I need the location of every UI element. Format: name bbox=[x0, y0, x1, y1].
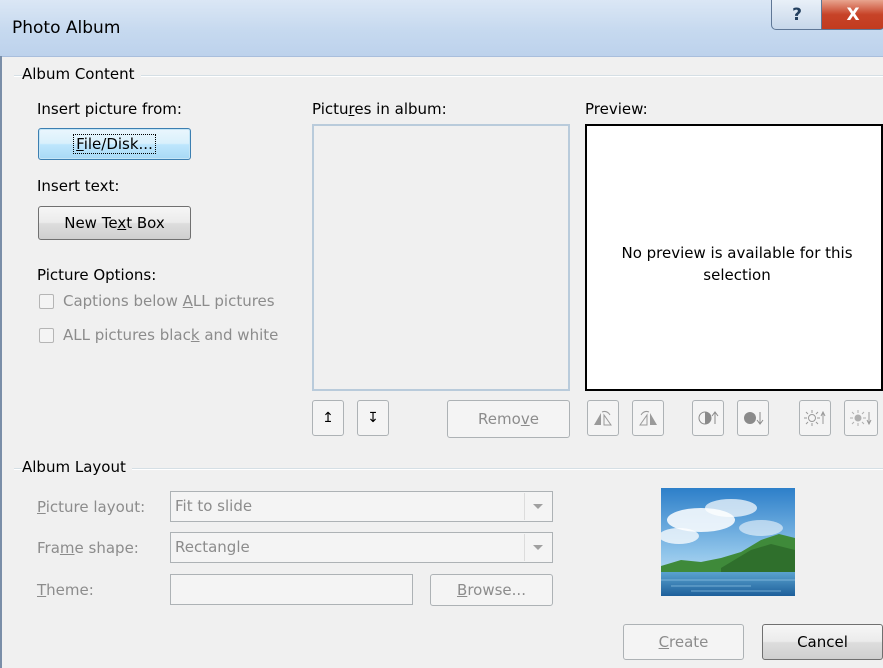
rotate-right-icon bbox=[639, 410, 657, 426]
brightness-up-icon bbox=[804, 410, 826, 426]
album-layout-group-label: Album Layout bbox=[22, 458, 132, 476]
arrow-down-icon: ↧ bbox=[367, 410, 379, 426]
more-brightness-button[interactable] bbox=[799, 400, 831, 436]
preview-pane: No preview is available for this selecti… bbox=[585, 124, 883, 391]
layout-preview-image bbox=[661, 488, 795, 596]
album-content-separator bbox=[14, 75, 883, 77]
insert-text-label: Insert text: bbox=[37, 177, 120, 195]
album-content-group-label: Album Content bbox=[22, 65, 141, 83]
title-bar bbox=[0, 0, 883, 57]
rotate-left-icon bbox=[594, 410, 612, 426]
insert-picture-label: Insert picture from: bbox=[37, 100, 182, 118]
frame-shape-value: Rectangle bbox=[175, 538, 250, 556]
contrast-down-icon bbox=[744, 412, 764, 425]
theme-field[interactable] bbox=[170, 574, 413, 605]
album-layout-separator bbox=[14, 468, 883, 470]
pictures-in-album-list[interactable] bbox=[312, 124, 570, 391]
less-contrast-button[interactable] bbox=[737, 400, 769, 436]
browse-button[interactable]: Browse... bbox=[430, 574, 553, 606]
picture-layout-label: Picture layout: bbox=[37, 498, 146, 516]
black-white-checkbox-label: ALL pictures black and white bbox=[63, 326, 279, 344]
remove-button-label: Remove bbox=[478, 410, 539, 428]
black-white-checkbox[interactable] bbox=[39, 328, 54, 343]
more-contrast-button[interactable] bbox=[692, 400, 724, 436]
close-button[interactable]: X bbox=[821, 0, 883, 30]
preview-message: No preview is available for this selecti… bbox=[621, 244, 853, 284]
new-text-box-button[interactable]: New Text Box bbox=[38, 206, 191, 240]
remove-button[interactable]: Remove bbox=[447, 400, 570, 438]
move-down-button[interactable]: ↧ bbox=[357, 400, 389, 436]
cancel-button[interactable]: Cancel bbox=[762, 624, 883, 660]
close-icon: X bbox=[846, 4, 860, 25]
less-brightness-button[interactable] bbox=[844, 400, 878, 436]
picture-options-label: Picture Options: bbox=[37, 266, 157, 284]
picture-layout-value: Fit to slide bbox=[175, 497, 253, 515]
window-border bbox=[0, 56, 2, 668]
help-button[interactable]: ? bbox=[771, 0, 823, 30]
create-button[interactable]: Create bbox=[623, 624, 744, 660]
file-disk-button-label: File/Disk... bbox=[73, 134, 156, 154]
captions-checkbox-label: Captions below ALL pictures bbox=[63, 292, 275, 310]
move-up-button[interactable]: ↥ bbox=[312, 400, 344, 436]
window-title: Photo Album bbox=[12, 18, 121, 38]
frame-shape-label: Frame shape: bbox=[37, 539, 139, 557]
preview-label: Preview: bbox=[585, 100, 648, 118]
file-disk-button[interactable]: File/Disk... bbox=[38, 128, 191, 160]
chevron-down-icon bbox=[524, 534, 551, 561]
theme-label: Theme: bbox=[37, 581, 94, 599]
rotate-right-button[interactable] bbox=[632, 400, 664, 436]
contrast-up-icon bbox=[698, 411, 719, 425]
brightness-down-icon bbox=[850, 410, 872, 426]
frame-shape-select[interactable]: Rectangle bbox=[170, 532, 553, 563]
browse-button-label: Browse... bbox=[457, 581, 526, 599]
picture-layout-select[interactable]: Fit to slide bbox=[170, 491, 553, 522]
pictures-in-album-label: Pictures in album: bbox=[312, 100, 447, 118]
captions-checkbox[interactable] bbox=[39, 294, 54, 309]
chevron-down-icon bbox=[524, 493, 551, 520]
rotate-left-button[interactable] bbox=[587, 400, 619, 436]
arrow-up-icon: ↥ bbox=[322, 410, 334, 426]
help-icon: ? bbox=[792, 4, 802, 25]
new-text-box-button-label: New Text Box bbox=[64, 214, 165, 232]
create-button-label: Create bbox=[658, 633, 709, 651]
